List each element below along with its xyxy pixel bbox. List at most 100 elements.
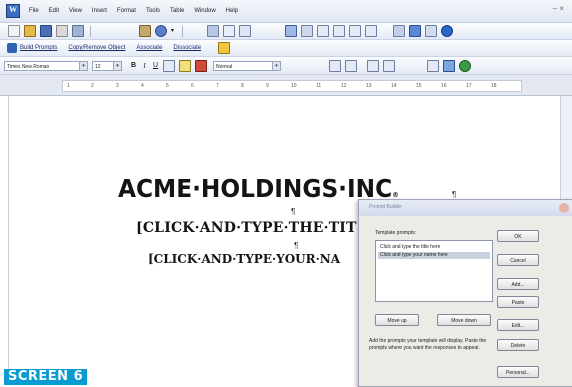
drawing-icon[interactable] [393,25,405,37]
style-select[interactable]: Normal ▾ [213,60,281,71]
paragraph-mark: ¶ [452,190,457,199]
menu-bar: File Edit View Insert Format Tools Table… [0,0,572,23]
research-icon[interactable] [459,59,471,72]
insert-table-icon[interactable] [239,25,251,37]
paragraph-mark: ¶ [291,207,296,216]
ruler-tick: 10 [291,83,297,89]
zoom-icon[interactable] [425,25,437,37]
ruler-tick: 11 [316,83,322,89]
list-item[interactable]: Click and type the title here [378,244,490,251]
numbering-icon[interactable] [317,25,329,37]
template-prompts-label: Template prompts: [375,230,417,236]
bullets-icon[interactable] [333,25,345,37]
ruler-scale: 1 2 3 4 5 6 7 8 9 10 11 12 13 14 15 16 1… [62,80,522,92]
ruler-tick: 14 [391,83,397,89]
print-preview-icon[interactable] [72,25,84,37]
horizontal-ruler[interactable]: 1 2 3 4 5 6 7 8 9 10 11 12 13 14 15 16 1… [0,75,572,96]
columns-icon[interactable] [427,59,439,72]
ruler-tick: 7 [216,83,219,89]
close-icon[interactable] [559,203,569,213]
paste-icon[interactable] [139,25,151,37]
italic-button[interactable]: I [140,61,149,71]
word-app-icon[interactable] [6,4,20,18]
new-document-icon[interactable] [8,25,20,37]
menu-tools[interactable]: Tools [141,8,165,14]
prompt-builder-dialog: Prompt Builder Template prompts: Click a… [358,199,572,387]
paste-button[interactable]: Paste [497,296,539,308]
increase-indent-icon[interactable] [365,25,377,37]
ruler-tick: 6 [191,83,194,89]
menu-view[interactable]: View [64,8,87,14]
menu-window[interactable]: Window [189,8,220,14]
document-map-icon[interactable] [409,25,421,37]
menu-insert[interactable]: Insert [87,8,112,14]
highlight-color-icon[interactable] [179,59,191,72]
menu-format[interactable]: Format [112,8,141,14]
outside-border-icon[interactable] [383,59,395,72]
ruler-tick: 3 [116,83,119,89]
page-margin-line [8,96,9,385]
font-size-value: 12 [95,63,101,70]
border-icon[interactable] [163,59,175,72]
tables-borders-icon[interactable] [223,25,235,37]
delete-button[interactable]: Delete [497,339,539,351]
ruler-tick: 2 [91,83,94,89]
move-up-button[interactable]: Move up [375,314,419,326]
template-prompts-list[interactable]: Click and type the title here Click and … [375,240,493,302]
formatting-toolbar: Times New Roman ▾ 12 ▾ B I U Normal ▾ [0,57,572,75]
ruler-tick: 9 [266,83,269,89]
edit-button[interactable]: Edit... [497,319,539,331]
menu-edit[interactable]: Edit [44,8,64,14]
help-icon[interactable] [441,25,453,37]
dialog-help-text: Add the prompts your template will displ… [369,338,487,351]
align-left-icon[interactable] [329,59,341,72]
copy-remove-object-button[interactable]: Copy/Remove Object [68,45,125,51]
name-placeholder[interactable]: [CLICK·AND·TYPE·YOUR·NA [148,252,340,266]
prompts-toolbar: Build Prompts Copy/Remove Object Associa… [0,40,572,57]
font-name-select[interactable]: Times New Roman ▾ [4,60,88,71]
decrease-indent-icon[interactable] [349,25,361,37]
add-button[interactable]: Add... [497,278,539,290]
dissociate-button[interactable]: Dissociate [173,45,201,51]
move-down-button[interactable]: Move down [437,314,491,326]
styles-icon[interactable] [443,59,455,72]
list-item-selected[interactable]: Click and type your name here [378,252,490,259]
align-center-icon[interactable] [345,59,357,72]
font-color-icon[interactable] [195,59,207,72]
associate-button[interactable]: Associate [136,45,162,51]
company-name-heading[interactable]: ACME·HOLDINGS·INC® [118,174,399,203]
ruler-tick: 5 [166,83,169,89]
chevron-down-icon[interactable]: ▾ [171,26,176,36]
print-icon[interactable] [56,25,68,37]
title-placeholder[interactable]: [CLICK·AND·TYPE·THE·TIT [136,220,357,236]
bold-button[interactable]: B [129,61,138,71]
line-spacing-icon[interactable] [367,59,379,72]
open-folder-icon[interactable] [24,25,36,37]
dialog-title-bar[interactable]: Prompt Builder [359,200,572,216]
underline-button[interactable]: U [151,61,160,71]
save-disk-icon[interactable] [40,25,52,37]
hyperlink-icon[interactable] [207,25,219,37]
highlight-icon[interactable] [301,25,313,37]
ok-button[interactable]: OK [497,230,539,242]
style-value: Normal [216,63,233,70]
chevron-down-icon: ▾ [113,61,121,70]
font-name-value: Times New Roman [7,63,50,70]
menu-table[interactable]: Table [165,8,189,14]
menu-file[interactable]: File [24,8,44,14]
menu-help[interactable]: Help [221,8,243,14]
build-prompts-button[interactable]: Build Prompts [20,45,57,51]
cancel-button[interactable]: Cancel [497,254,539,266]
undo-icon[interactable] [155,25,167,37]
build-prompts-icon[interactable] [7,43,17,53]
font-color-icon[interactable] [285,25,297,37]
ruler-tick: 1 [67,83,70,89]
font-size-select[interactable]: 12 ▾ [92,60,122,71]
dialog-title: Prompt Builder [369,204,403,210]
window-controls[interactable]: – × [553,4,564,13]
ruler-tick: 4 [141,83,144,89]
company-name-text: ACME·HOLDINGS·INC [118,174,393,203]
screen-caption: SCREEN 6 [4,369,88,385]
macro-icon[interactable] [218,42,231,54]
personal-button[interactable]: Personal... [497,366,539,378]
